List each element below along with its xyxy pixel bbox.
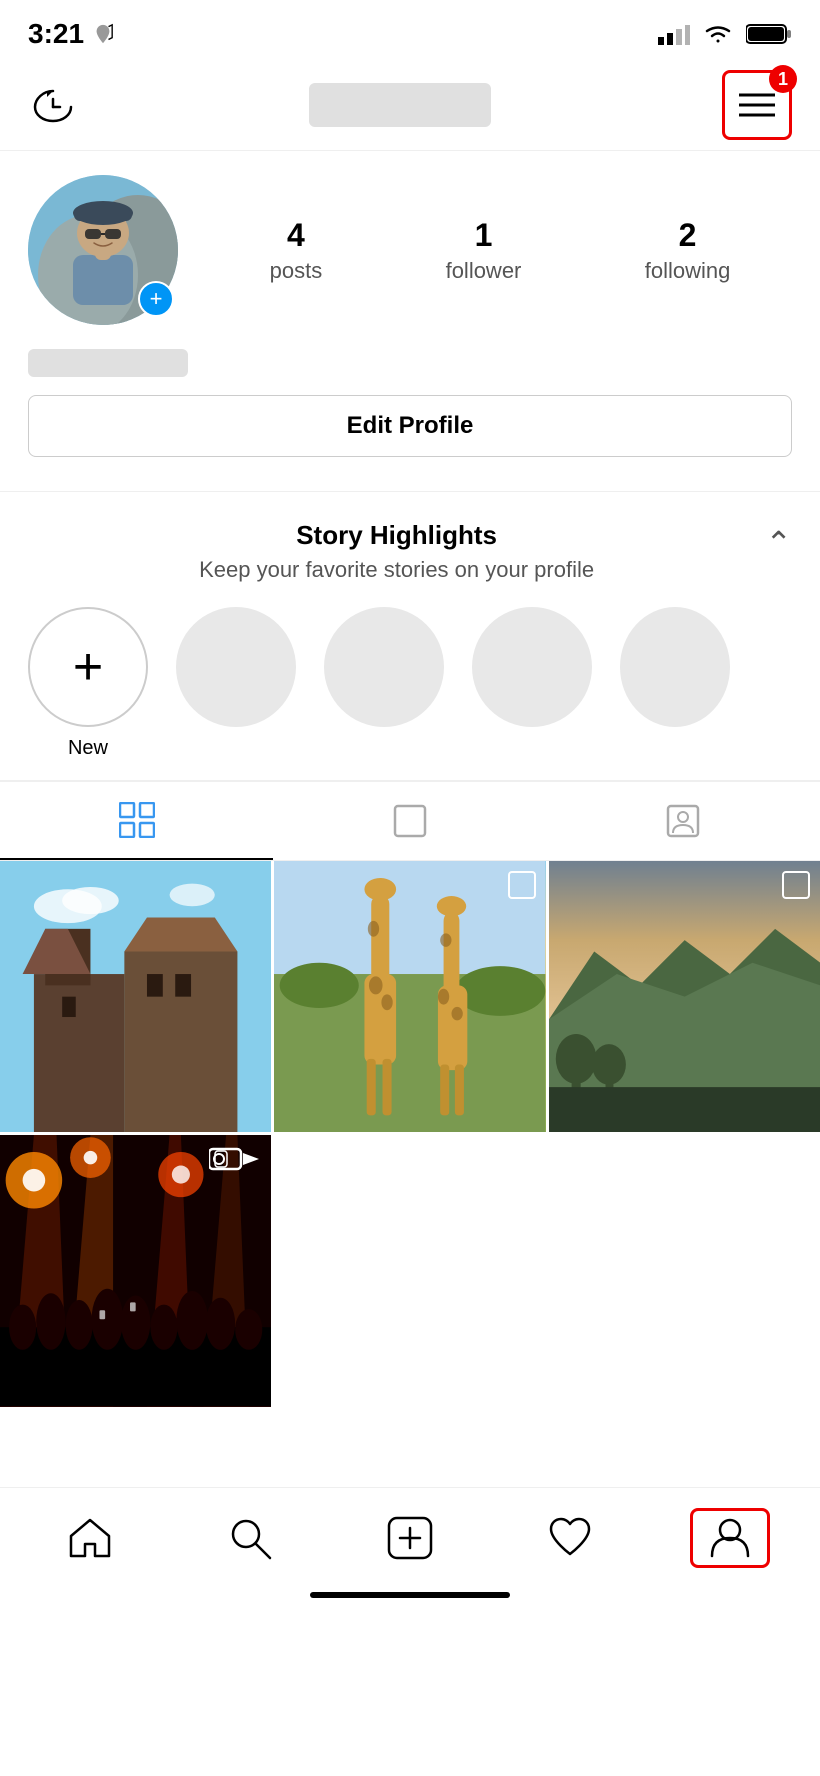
concert-image: [0, 1135, 271, 1406]
photo-grid: [0, 861, 820, 1407]
profile-info-row: + 4 posts 1 follower 2 following: [28, 175, 792, 325]
highlight-3[interactable]: [472, 607, 592, 760]
header-username: ▓▓▓▓▓: [309, 83, 491, 127]
avatar-add-button[interactable]: +: [138, 281, 174, 317]
status-bar: 3:21: [0, 0, 820, 60]
nav-profile[interactable]: [690, 1508, 770, 1568]
multi-post-icon: [508, 871, 536, 899]
photo-cell-landscape[interactable]: [549, 861, 820, 1132]
highlight-4[interactable]: [620, 607, 730, 760]
new-highlight-circle[interactable]: +: [28, 607, 148, 727]
posts-count: 4: [287, 217, 305, 254]
story-highlights-section: Story Highlights Keep your favorite stor…: [0, 491, 820, 781]
posts-stat[interactable]: 4 posts: [270, 217, 323, 284]
post-icon: [392, 803, 428, 839]
followers-label: follower: [446, 258, 522, 284]
highlight-circle-4[interactable]: [620, 607, 730, 727]
menu-icon: [739, 92, 775, 118]
nav-search[interactable]: [210, 1508, 290, 1568]
home-indicator: [310, 1592, 510, 1598]
photo-cell-giraffe[interactable]: [274, 861, 545, 1132]
profile-icon: [708, 1516, 752, 1560]
plus-icon: +: [73, 641, 103, 693]
photo-cell-concert[interactable]: [0, 1135, 271, 1406]
bottom-nav: [0, 1487, 820, 1582]
highlight-1[interactable]: [176, 607, 296, 760]
menu-badge: 1: [769, 65, 797, 93]
highlight-new[interactable]: + New: [28, 607, 148, 760]
highlights-title: Story Highlights: [28, 520, 765, 551]
tab-tagged[interactable]: [547, 782, 820, 860]
menu-button[interactable]: 1: [722, 70, 792, 140]
status-icons: [658, 23, 792, 45]
posts-label: posts: [270, 258, 323, 284]
highlights-collapse-button[interactable]: ⌃: [765, 524, 792, 562]
tab-post[interactable]: [273, 782, 546, 860]
nav-add[interactable]: [370, 1508, 450, 1568]
spacer: [0, 1407, 820, 1487]
post-tabs: [0, 781, 820, 861]
giraffe-multi-badge: [508, 871, 536, 899]
header: ▓▓▓▓▓ 1: [0, 60, 820, 151]
status-time: 3:21: [28, 18, 114, 50]
heart-icon: [547, 1516, 593, 1560]
following-label: following: [645, 258, 731, 284]
following-stat[interactable]: 2 following: [645, 217, 731, 284]
following-count: 2: [679, 217, 697, 254]
highlight-circle-3[interactable]: [472, 607, 592, 727]
landscape-multi-badge: [782, 871, 810, 899]
grid-icon: [119, 802, 155, 838]
tab-grid[interactable]: [0, 782, 273, 860]
highlight-circle-1[interactable]: [176, 607, 296, 727]
followers-stat[interactable]: 1 follower: [446, 217, 522, 284]
tagged-icon: [665, 803, 701, 839]
highlights-title-block: Story Highlights Keep your favorite stor…: [28, 520, 765, 583]
highlights-header: Story Highlights Keep your favorite stor…: [28, 520, 792, 583]
profile-stats: 4 posts 1 follower 2 following: [208, 217, 792, 284]
history-button[interactable]: [28, 80, 78, 130]
landscape-image: [549, 861, 820, 1132]
wifi-icon: [702, 23, 734, 45]
username-display: [28, 349, 188, 377]
highlight-circle-2[interactable]: [324, 607, 444, 727]
signal-icon: [658, 23, 690, 45]
photo-cell-castle[interactable]: [0, 861, 271, 1132]
video-badge-icon: [209, 1145, 261, 1173]
new-highlight-label: New: [68, 737, 108, 760]
giraffe-image: [274, 861, 545, 1132]
history-icon: [33, 87, 73, 123]
castle-image: [0, 861, 271, 1132]
concert-video-badge: [209, 1145, 261, 1173]
avatar-container: +: [28, 175, 178, 325]
location-icon: [92, 23, 114, 45]
search-icon: [228, 1516, 272, 1560]
highlights-circles: + New: [28, 607, 792, 760]
nav-activity[interactable]: [530, 1508, 610, 1568]
battery-icon: [746, 23, 792, 45]
profile-section: + 4 posts 1 follower 2 following Edit Pr…: [0, 151, 820, 491]
multi-post-icon-2: [782, 871, 810, 899]
nav-home[interactable]: [50, 1508, 130, 1568]
add-icon: [387, 1516, 433, 1560]
edit-profile-button[interactable]: Edit Profile: [28, 395, 792, 457]
highlight-2[interactable]: [324, 607, 444, 760]
highlights-subtitle: Keep your favorite stories on your profi…: [28, 557, 765, 583]
followers-count: 1: [475, 217, 493, 254]
home-icon: [67, 1516, 113, 1560]
